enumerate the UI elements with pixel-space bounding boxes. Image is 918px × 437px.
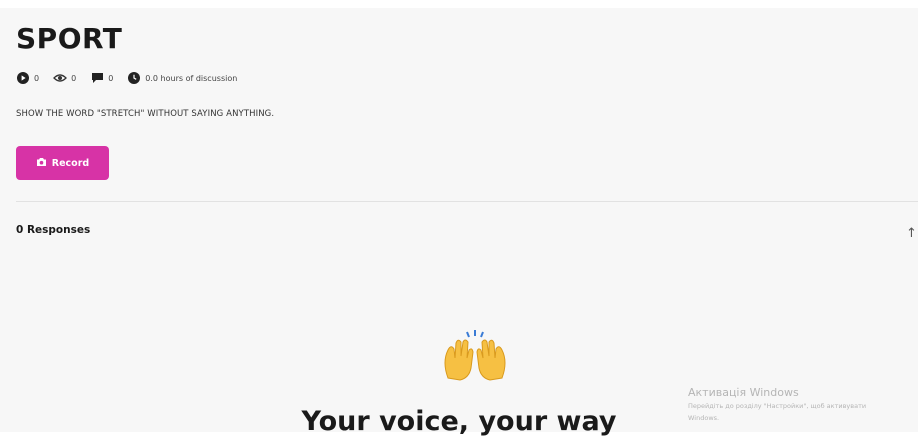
main-panel: SPORT 0 0 0 0.0 hours of discussion SHOW… (0, 8, 918, 437)
views-count: 0 (71, 73, 77, 83)
page-title: SPORT (16, 22, 123, 55)
eye-icon (53, 71, 68, 85)
divider (16, 201, 918, 202)
raising-hands-icon (440, 328, 510, 384)
record-button-label: Record (51, 157, 90, 169)
responses-count: 0 Responses (16, 224, 91, 236)
record-button[interactable]: Record (16, 146, 109, 180)
watermark-line-2: Windows. (688, 414, 720, 422)
clock-icon (127, 71, 141, 85)
discussion-hours: 0.0 hours of discussion (145, 73, 238, 83)
prompt-text: SHOW THE WORD "STRETCH" WITHOUT SAYING A… (16, 109, 275, 119)
watermark-title: Активація Windows (688, 386, 799, 399)
stats-bar: 0 0 0 0.0 hours of discussion (16, 71, 237, 85)
plays-count: 0 (34, 73, 40, 83)
comment-icon (90, 71, 104, 85)
windows-activation-watermark: Активація Windows Перейдіть до розділу "… (688, 386, 918, 423)
play-icon (16, 71, 30, 85)
watermark-line-1: Перейдіть до розділу "Настройки", щоб ак… (688, 402, 867, 410)
camera-icon (36, 157, 47, 170)
comments-count: 0 (108, 73, 114, 83)
sort-icon[interactable]: ↑ (906, 226, 917, 241)
